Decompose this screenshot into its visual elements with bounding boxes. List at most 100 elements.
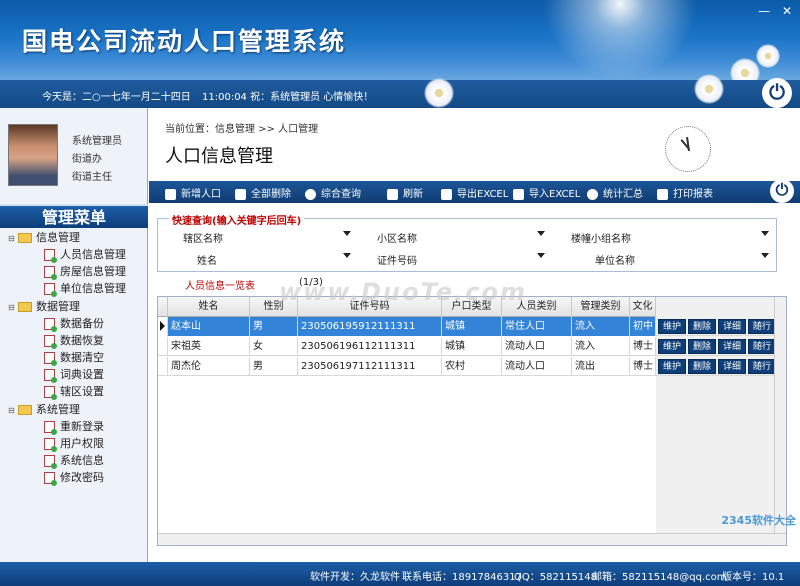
user-title: 街道主任 [72, 172, 112, 183]
menu-item-label: 系统信息 [60, 454, 104, 467]
cell-person-type: 流动人口 [502, 357, 572, 376]
cell-education: 博士 [630, 357, 656, 376]
maintain-button[interactable]: 维护 [658, 319, 686, 334]
menu-item-clear[interactable]: 数据清空 [44, 350, 104, 366]
delete-button[interactable]: 删除 [688, 359, 716, 374]
document-icon [44, 386, 57, 400]
name-label: 姓名 [197, 256, 217, 267]
query-button[interactable]: 综合查询 [305, 185, 361, 200]
menu-item-system-info[interactable]: 系统信息 [44, 453, 104, 469]
list-title: 人员信息一览表 [185, 281, 255, 292]
minimize-button[interactable]: — [758, 4, 770, 18]
menu-item-label: 修改密码 [60, 471, 104, 484]
collapse-icon[interactable]: ⊟ [8, 403, 18, 419]
cell-person-type: 常住人口 [502, 317, 572, 336]
user-role: 系统管理员 [72, 136, 122, 147]
flower-decoration [424, 78, 454, 108]
menu-item-person-info[interactable]: 人员信息管理 [44, 247, 126, 263]
document-icon [44, 283, 57, 297]
version-info: 版本号：10.1 [722, 572, 785, 583]
current-date: 今天是：二○一七年一月二十四日 [42, 92, 191, 103]
menu-item-district[interactable]: 辖区设置 [44, 384, 104, 400]
close-button[interactable]: ✕ [782, 4, 792, 18]
menu-item-label: 数据恢复 [60, 334, 104, 347]
avatar [8, 124, 58, 186]
collapse-icon[interactable]: ⊟ [8, 231, 18, 247]
add-person-button[interactable]: 新增人口 [165, 185, 221, 200]
name-select[interactable] [243, 250, 353, 266]
unit-name-select[interactable] [647, 250, 771, 266]
vertical-scrollbar[interactable] [774, 297, 786, 545]
import-label: 导入EXCEL [529, 189, 581, 200]
detail-button[interactable]: 详细 [718, 359, 746, 374]
cell-id-number: 230506197112111311 [298, 357, 442, 376]
row-selector [158, 357, 168, 376]
power-icon[interactable]: ⏻ [762, 78, 792, 108]
document-icon [44, 249, 57, 263]
left-panel: 系统管理员 街道办 街道主任 管理菜单 ⊟ 信息管理 人员信息管理 房屋信息管理 … [0, 108, 148, 562]
quick-search-legend: 快速查询(输入关键字后回车) [169, 212, 305, 227]
companion-button[interactable]: 随行 [748, 359, 776, 374]
menu-item-house-info[interactable]: 房屋信息管理 [44, 264, 126, 280]
id-number-select[interactable] [429, 250, 547, 266]
menu-item-change-password[interactable]: 修改密码 [44, 470, 104, 486]
delete-button[interactable]: 删除 [688, 339, 716, 354]
id-number-label: 证件号码 [377, 256, 417, 267]
printer-icon [657, 188, 668, 200]
collapse-icon[interactable]: ⊟ [8, 300, 18, 316]
community-label: 小区名称 [377, 234, 417, 245]
trash-icon [235, 188, 246, 200]
menu-item-restore[interactable]: 数据恢复 [44, 333, 104, 349]
col-education[interactable]: 文化 [630, 297, 656, 317]
cell-manage-type: 流入 [572, 317, 630, 336]
menu-item-dictionary[interactable]: 词典设置 [44, 367, 104, 383]
row-selector [158, 317, 168, 336]
menu-group-info[interactable]: ⊟ 信息管理 [8, 230, 80, 246]
add-icon [165, 188, 176, 200]
cell-id-number: 230506196112111311 [298, 337, 442, 356]
document-icon [44, 438, 57, 452]
watermark: www.DuoTe.com [279, 278, 527, 306]
detail-button[interactable]: 详细 [718, 339, 746, 354]
detail-button[interactable]: 详细 [718, 319, 746, 334]
power-icon[interactable]: ⏻ [770, 179, 794, 203]
export-excel-button[interactable]: 导出EXCEL [441, 185, 508, 200]
window-controls: — ✕ [750, 4, 792, 18]
community-select[interactable] [429, 228, 547, 244]
col-name[interactable]: 姓名 [168, 297, 250, 317]
folder-icon [18, 405, 32, 415]
col-manage-type[interactable]: 管理类别 [572, 297, 630, 317]
maintain-button[interactable]: 维护 [658, 359, 686, 374]
building-select[interactable] [647, 228, 771, 244]
companion-button[interactable]: 随行 [748, 319, 776, 334]
phone-info: 联系电话：18917846317 [402, 572, 522, 583]
delete-all-button[interactable]: 全部删除 [235, 185, 291, 200]
menu-group-system[interactable]: ⊟ 系统管理 [8, 402, 80, 418]
menu-item-backup[interactable]: 数据备份 [44, 316, 104, 332]
menu-item-label: 数据备份 [60, 317, 104, 330]
qq-info: QQ：582115148 [514, 572, 598, 583]
district-select[interactable] [243, 228, 353, 244]
menu-item-relogin[interactable]: 重新登录 [44, 419, 104, 435]
menu-item-label: 数据清空 [60, 351, 104, 364]
menu-item-unit-info[interactable]: 单位信息管理 [44, 281, 126, 297]
unit-name-label: 单位名称 [595, 256, 635, 267]
companion-button[interactable]: 随行 [748, 339, 776, 354]
menu-item-label: 人员信息管理 [60, 248, 126, 261]
user-department: 街道办 [72, 154, 102, 165]
search-icon [305, 188, 316, 200]
stats-label: 统计汇总 [603, 189, 643, 200]
person-grid: 姓名 性别 证件号码 户口类型 人员类别 管理类别 文化 选项 赵本山 男 23… [157, 296, 787, 546]
chevron-down-icon [343, 253, 351, 258]
stats-button[interactable]: 统计汇总 [587, 185, 643, 200]
print-button[interactable]: 打印报表 [657, 185, 713, 200]
menu-group-label: 信息管理 [36, 231, 80, 244]
print-label: 打印报表 [673, 189, 713, 200]
menu-group-data[interactable]: ⊟ 数据管理 [8, 299, 80, 315]
delete-button[interactable]: 删除 [688, 319, 716, 334]
horizontal-scrollbar[interactable] [158, 533, 786, 545]
menu-item-permissions[interactable]: 用户权限 [44, 436, 104, 452]
refresh-button[interactable]: 刷新 [387, 185, 423, 200]
import-excel-button[interactable]: 导入EXCEL [513, 185, 580, 200]
maintain-button[interactable]: 维护 [658, 339, 686, 354]
